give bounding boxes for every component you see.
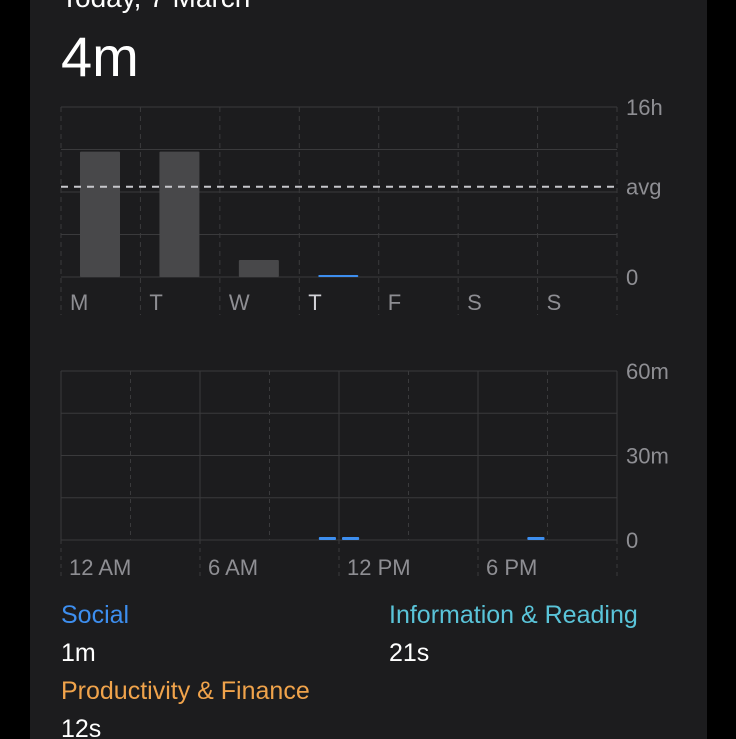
category-productivity-finance-value: 12s (61, 715, 102, 739)
weekly-y-tick-label: avg (626, 175, 661, 200)
weekly-bar-1 (159, 151, 200, 277)
hourly-bar-12 (342, 537, 360, 540)
hourly-x-tick-label: 6 PM (486, 555, 537, 580)
hourly-x-tick-label: 12 PM (347, 555, 411, 580)
category-social[interactable]: Social 1m (61, 600, 129, 668)
category-productivity-finance-label: Productivity & Finance (61, 677, 310, 705)
weekly-bar-3 (318, 275, 359, 277)
hourly-usage-chart[interactable]: 60m 30m 0 12 AM 6 AM 12 PM 6 PM (30, 355, 707, 595)
total-screen-time: 4m (61, 25, 139, 88)
hourly-bar-20 (527, 537, 545, 540)
weekly-day-label: S (467, 290, 482, 315)
weekly-day-label: T (308, 290, 321, 315)
hourly-x-tick-label: 12 AM (69, 555, 131, 580)
category-information-reading-label: Information & Reading (389, 601, 638, 629)
weekly-bar-0 (80, 151, 120, 277)
weekly-bar-2 (238, 260, 279, 277)
hourly-bar-11 (318, 537, 336, 540)
weekly-usage-chart[interactable]: 16h avg 0 M T W T F S S (30, 90, 707, 330)
category-productivity-finance[interactable]: Productivity & Finance 12s (61, 676, 310, 739)
screen-time-panel: Today, 7 March 4m 16h avg 0 M T W T F S S 60m 30m 0… (30, 0, 707, 739)
date-heading: Today, 7 March (61, 0, 250, 14)
weekly-y-tick-label: 16h (626, 95, 663, 120)
category-social-value: 1m (61, 639, 96, 667)
weekly-y-tick-label: 0 (626, 265, 638, 290)
category-social-label: Social (61, 601, 130, 629)
category-information-reading-value: 21s (389, 639, 430, 667)
hourly-y-tick-label: 0 (626, 528, 638, 553)
hourly-y-tick-label: 30m (626, 444, 669, 469)
category-information-reading[interactable]: Information & Reading 21s (389, 600, 638, 668)
weekly-day-label: F (388, 290, 401, 315)
weekly-day-label: T (149, 290, 162, 315)
hourly-y-tick-label: 60m (626, 359, 669, 384)
hourly-x-tick-label: 6 AM (208, 555, 258, 580)
weekly-day-label: M (70, 290, 88, 315)
weekly-day-label: S (547, 290, 562, 315)
weekly-day-label: W (229, 290, 250, 315)
